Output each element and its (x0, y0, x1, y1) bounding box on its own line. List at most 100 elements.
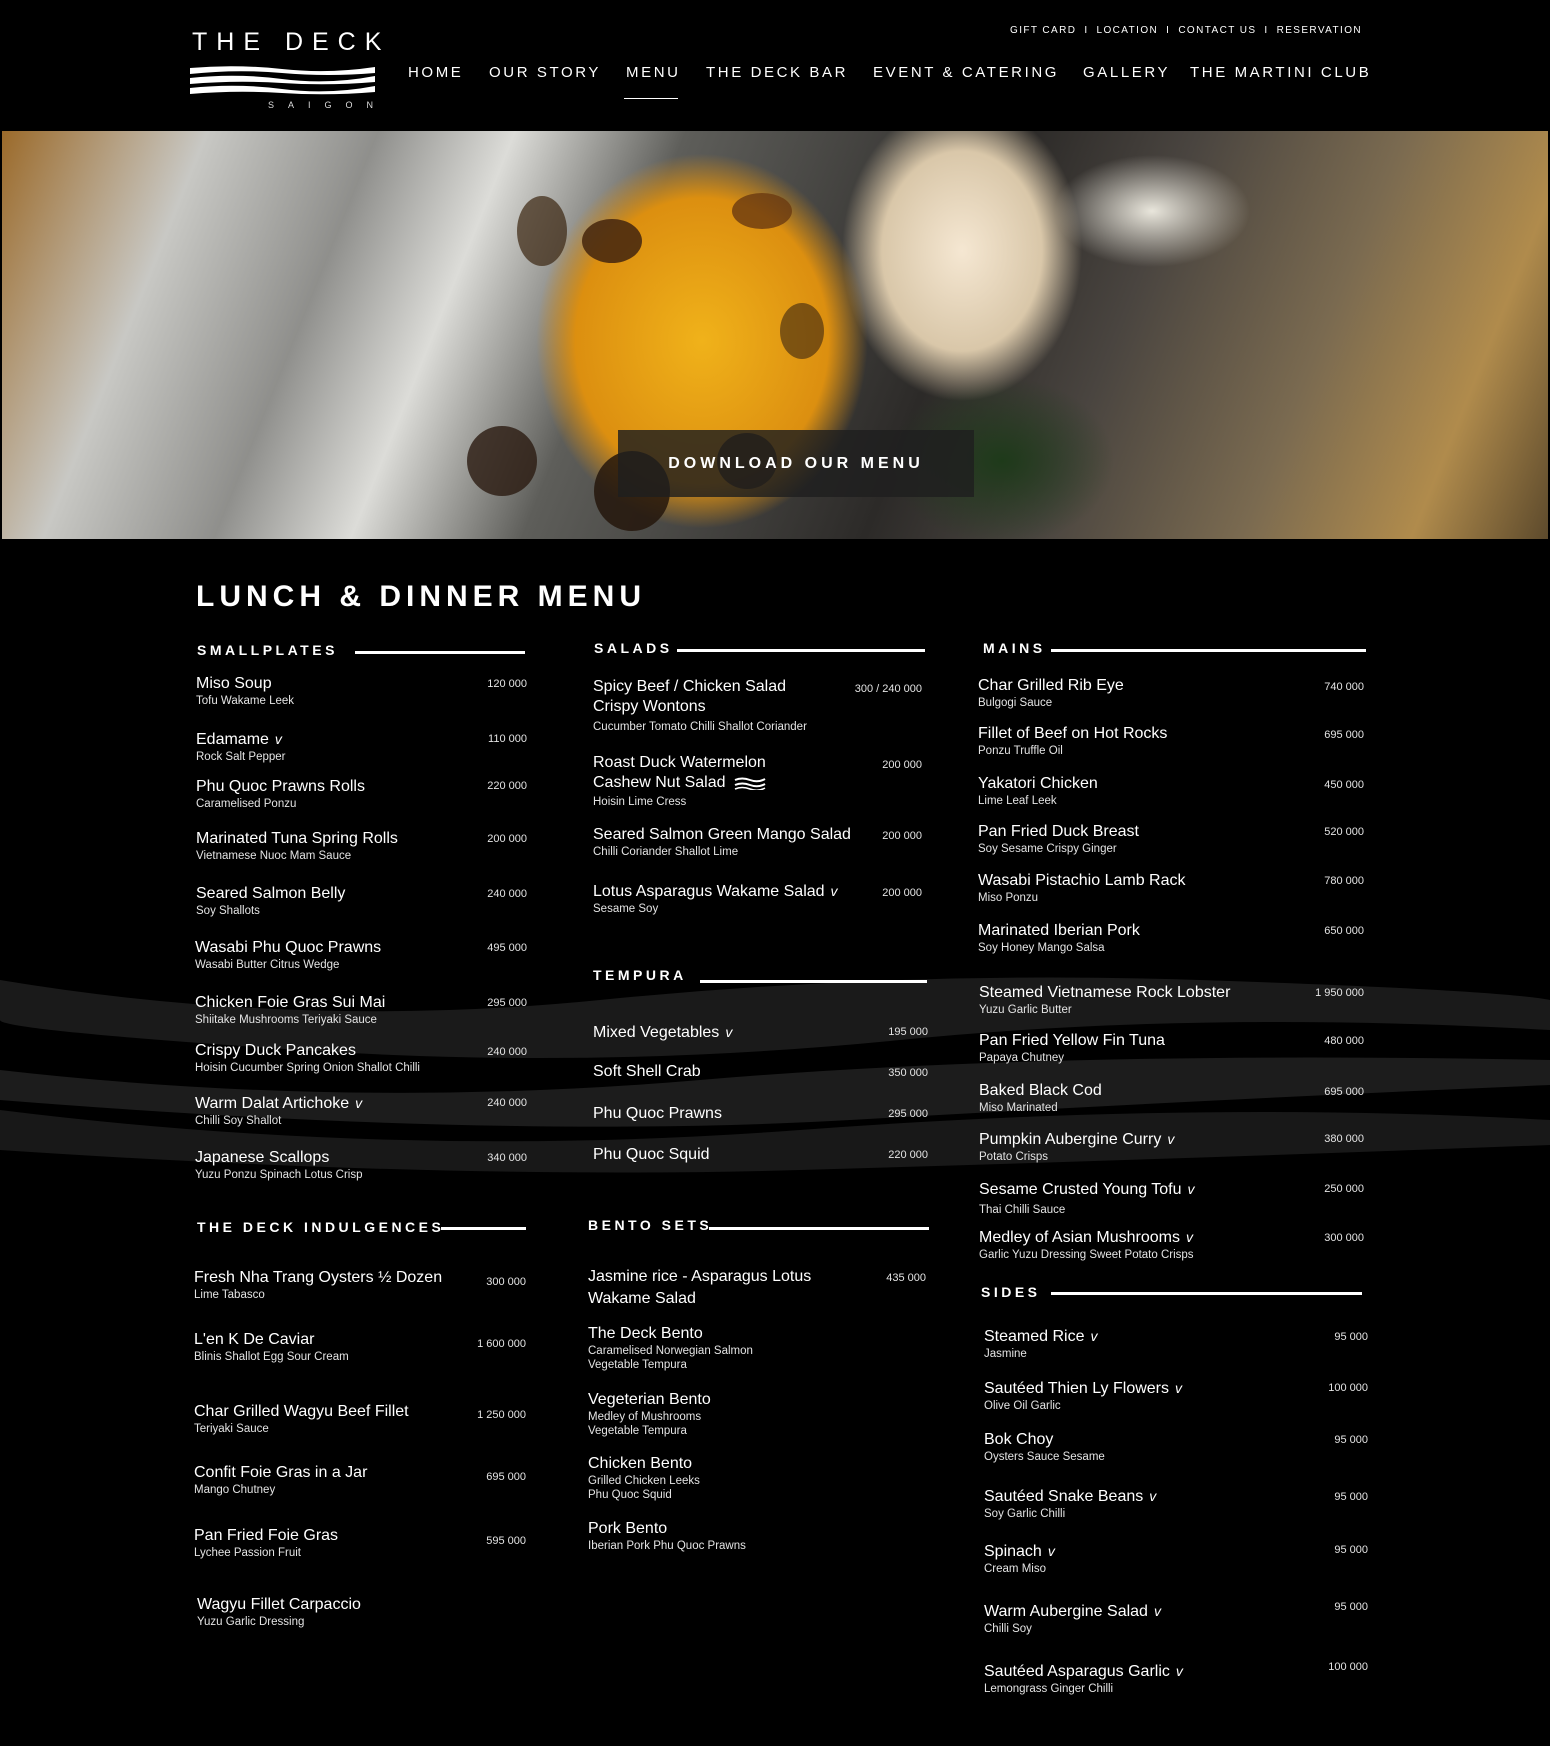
menu-item-price: 295 000 (888, 1108, 928, 1120)
section-title-tempura: TEMPURA (593, 967, 687, 983)
menu-item: Miso Soup Tofu Wakame Leek (196, 675, 295, 707)
logo-subtitle: SAIGON (268, 100, 388, 110)
menu-item: Phu Quoc Prawns (593, 1105, 722, 1122)
menu-item: Roast Duck Watermelon Cashew Nut Salad Hoi… (593, 754, 766, 808)
menu-item: Pan Fried Yellow Fin Tuna Papaya Chutney (979, 1032, 1165, 1064)
section-rule (441, 1227, 526, 1230)
vegetarian-icon: v (1185, 1229, 1193, 1245)
menu-item-price: 100 000 (1328, 1661, 1368, 1673)
section-title-mains: MAINS (983, 640, 1046, 656)
menu-item: Pan Fried Duck Breast Soy Sesame Crispy G… (978, 823, 1139, 855)
menu-item: Jasmine rice - Asparagus Lotus Wakame Sal… (588, 1268, 812, 1307)
nav-the-deck-bar[interactable]: THE DECK BAR (706, 64, 848, 81)
vegetarian-icon: v (1167, 1131, 1175, 1147)
menu-item: Lotus Asparagus Wakame Salad v Sesame Soy (593, 883, 838, 915)
menu-item: Yakatori Chicken Lime Leaf Leek (978, 775, 1098, 807)
vegetarian-icon: v (1090, 1328, 1098, 1344)
menu-item: Pork Bento Iberian Pork Phu Quoc Prawns (588, 1520, 746, 1552)
utility-gift-card[interactable]: GIFT CARD (1010, 25, 1076, 36)
menu-item: Char Grilled Rib Eye Bulgogi Sauce (978, 677, 1124, 709)
menu-item: Seared Salmon Belly Soy Shallots (196, 885, 346, 917)
menu-item-price: 120 000 (487, 678, 527, 690)
menu-item: Sautéed Snake Beans v Soy Garlic Chilli (984, 1488, 1157, 1520)
menu-item: Steamed Rice v Jasmine (984, 1328, 1098, 1360)
menu-item-price: 240 000 (487, 1097, 527, 1109)
section-rule (1051, 1292, 1362, 1295)
menu-item: Japanese Scallops Yuzu Ponzu Spinach Lotu… (195, 1149, 363, 1181)
nav-home[interactable]: HOME (408, 64, 463, 81)
menu-item: Sautéed Asparagus Garlic v Lemongrass Ging… (984, 1663, 1183, 1695)
nav-our-story[interactable]: OUR STORY (489, 64, 601, 81)
menu-item-price: 195 000 (888, 1026, 928, 1038)
menu-item: Edamame v Rock Salt Pepper (196, 731, 286, 763)
menu-item-price: 435 000 (886, 1272, 926, 1284)
menu-item: Chicken Foie Gras Sui Mai Shiitake Mushro… (195, 994, 386, 1026)
nav-menu[interactable]: MENU (626, 64, 681, 81)
menu-item: Vegeterian Bento Medley of Mushrooms Veget… (588, 1391, 711, 1437)
menu-item-price: 350 000 (888, 1067, 928, 1079)
menu-item: Baked Black Cod Miso Marinated (979, 1082, 1102, 1114)
menu-item: Spicy Beef / Chicken Salad Crispy Wontons… (593, 678, 807, 733)
menu-item: Pan Fried Foie Gras Lychee Passion Fruit (194, 1527, 339, 1559)
menu-item: Fillet of Beef on Hot Rocks Ponzu Truffle… (978, 725, 1168, 757)
section-rule (700, 980, 927, 983)
utility-reservation[interactable]: RESERVATION (1277, 25, 1362, 36)
menu-item: Confit Foie Gras in a Jar Mango Chutney (194, 1464, 368, 1496)
vegetarian-icon: v (1175, 1380, 1182, 1396)
menu-item-price: 200 000 (882, 759, 922, 771)
download-menu-button[interactable]: DOWNLOAD OUR MENU (618, 430, 974, 497)
menu-item-price: 100 000 (1328, 1382, 1368, 1394)
menu-item-price: 300 000 (1324, 1232, 1364, 1244)
vegetarian-icon: v (274, 731, 282, 747)
vegetarian-icon: v (1153, 1603, 1161, 1619)
menu-item: Spinach v Cream Miso (984, 1543, 1055, 1575)
section-title-smallplates: SMALLPLATES (197, 642, 338, 658)
menu-item: Wagyu Fillet Carpaccio Yuzu Garlic Dressi… (197, 1596, 361, 1628)
page-title: LUNCH & DINNER MENU (196, 580, 646, 613)
nav-gallery[interactable]: GALLERY (1083, 64, 1170, 81)
menu-item-price: 1 600 000 (477, 1338, 526, 1350)
vegetarian-icon: v (1187, 1181, 1195, 1197)
menu-item: Marinated Iberian Pork Soy Honey Mango Sa… (978, 922, 1140, 954)
logo-title: THE DECK (192, 28, 391, 56)
menu-item-price: 695 000 (1324, 1086, 1364, 1098)
menu-item: Crispy Duck Pancakes Hoisin Cucumber Spri… (195, 1042, 420, 1074)
menu-item: Seared Salmon Green Mango Salad Chilli Co… (593, 826, 851, 858)
vegetarian-icon: v (355, 1095, 363, 1111)
menu-item: Pumpkin Aubergine Curry v Potato Crisps (979, 1131, 1175, 1163)
menu-item-price: 200 000 (882, 830, 922, 842)
menu-item-price: 300 000 (486, 1276, 526, 1288)
menu-item: Phu Quoc Prawns Rolls Caramelised Ponzu (196, 778, 365, 810)
menu-item: Fresh Nha Trang Oysters ½ Dozen Lime Taba… (194, 1269, 443, 1301)
menu-item: The Deck Bento Caramelised Norwegian Salm… (588, 1325, 753, 1371)
section-title-bento: BENTO SETS (588, 1217, 713, 1233)
menu-item-price: 200 000 (882, 887, 922, 899)
menu-item-price: 480 000 (1324, 1035, 1364, 1047)
utility-location[interactable]: LOCATION (1097, 25, 1159, 36)
site-header: THE DECK SAIGON GIFT CARD I LOCATION I CONTA… (0, 0, 1550, 131)
menu-item: Phu Quoc Squid (593, 1146, 710, 1163)
vegetarian-icon: v (725, 1024, 733, 1040)
menu-item: Steamed Vietnamese Rock Lobster Yuzu Garl… (979, 984, 1231, 1016)
signature-wave-icon (734, 777, 766, 791)
menu-item: Sautéed Thien Ly Flowers v Olive Oil Garli… (984, 1380, 1182, 1412)
brand-logo[interactable]: THE DECK SAIGON (190, 28, 381, 114)
menu-item-price: 695 000 (1324, 729, 1364, 741)
menu-item-price: 95 000 (1334, 1544, 1368, 1556)
menu-item: Bok Choy Oysters Sauce Sesame (984, 1431, 1105, 1463)
logo-waves-icon (190, 66, 375, 95)
section-rule (709, 1227, 929, 1230)
menu-item-price: 650 000 (1324, 925, 1364, 937)
section-title-sides: SIDES (981, 1284, 1041, 1300)
menu-item: Sesame Crusted Young Tofu v Thai Chilli Sa… (979, 1181, 1195, 1216)
menu-item-price: 780 000 (1324, 875, 1364, 887)
section-rule (355, 651, 525, 654)
utility-contact-us[interactable]: CONTACT US (1178, 25, 1256, 36)
menu-item-price: 250 000 (1324, 1183, 1364, 1195)
menu-item: Char Grilled Wagyu Beef Fillet Teriyaki S… (194, 1403, 409, 1435)
menu-item: Medley of Asian Mushrooms v Garlic Yuzu Dr… (979, 1229, 1194, 1261)
nav-the-martini-club[interactable]: THE MARTINI CLUB (1190, 64, 1371, 81)
menu-item-price: 220 000 (888, 1149, 928, 1161)
nav-event-catering[interactable]: EVENT & CATERING (873, 64, 1059, 81)
menu-item-price: 450 000 (1324, 779, 1364, 791)
